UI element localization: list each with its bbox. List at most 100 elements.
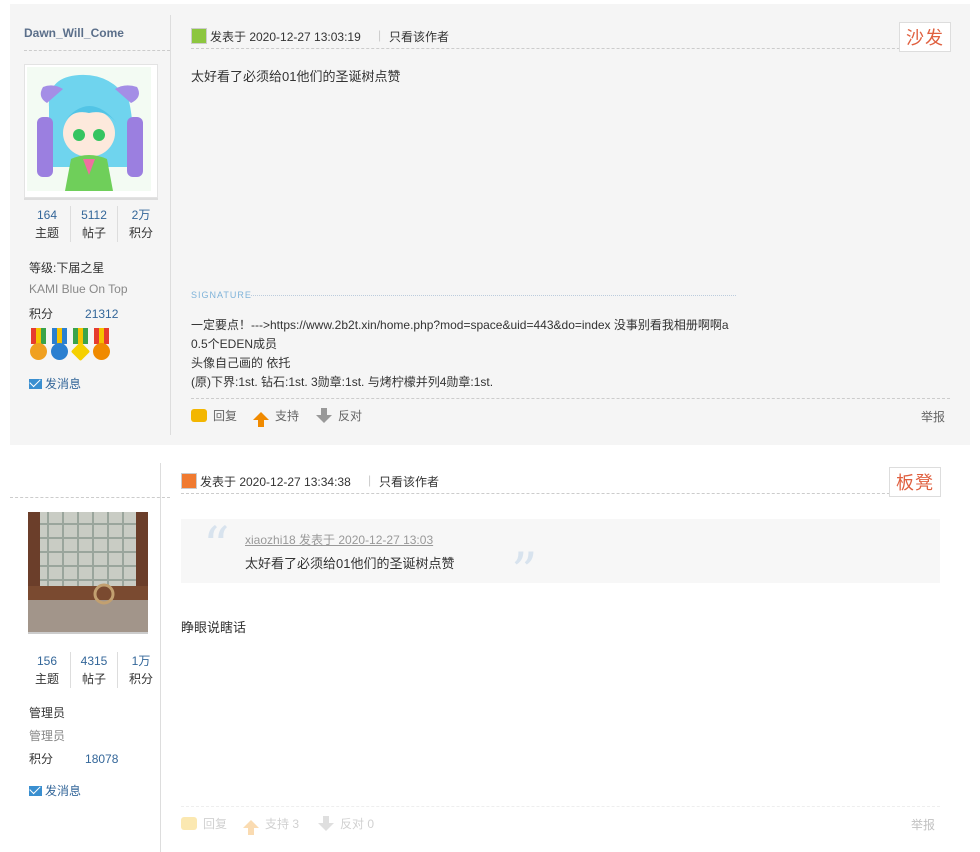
stat-topics[interactable]: 164 主题 — [24, 206, 71, 242]
avatar-image — [28, 512, 148, 632]
medal-icon[interactable] — [50, 328, 69, 362]
quote-source-link[interactable]: xiaozhi18 发表于 2020-12-27 13:03 — [245, 531, 433, 548]
reply-icon — [181, 817, 197, 830]
post-1-container: Dawn_Will_Come 164 主题 5112 帖子 2万 积分 等级:下… — [10, 4, 970, 445]
post-time: 发表于 2020-12-27 13:34:38 — [200, 475, 351, 489]
custom-title: KAMI Blue On Top — [29, 282, 128, 296]
user-level: 管理员 — [29, 706, 66, 720]
stat-label: 主题 — [34, 672, 59, 686]
divider — [24, 50, 170, 51]
user-level: 等级:下届之星 — [29, 261, 105, 275]
post-2: 156 主题 4315 帖子 1万 积分 管理员 管理员 积分 18078 发消息… — [0, 445, 980, 852]
signature-line: (原)下界:1st. 钻石:1st. 3勋章:1st. 与烤柠檬并列4勋章:1s… — [191, 375, 494, 389]
post-actions: 回复 支持 3 反对 0 举报 — [181, 806, 940, 837]
stat-posts[interactable]: 5112 帖子 — [71, 206, 118, 242]
reply-label: 回复 — [203, 817, 228, 831]
stat-points[interactable]: 1万 积分 — [118, 652, 164, 688]
stat-label: 积分 — [128, 226, 153, 240]
online-status-icon — [191, 28, 207, 44]
send-message-link[interactable]: 发消息 — [29, 782, 81, 799]
post-actions: 回复 支持 反对 举报 — [191, 398, 950, 429]
reply-icon — [191, 409, 207, 422]
stat-label: 帖子 — [81, 672, 106, 686]
points-row: 积分 18078 — [29, 750, 118, 767]
support-label: 支持 3 — [265, 817, 300, 831]
stat-points[interactable]: 2万 积分 — [118, 206, 164, 242]
stat-number: 1万 — [131, 654, 151, 668]
reply-button[interactable]: 回复 — [191, 407, 237, 424]
floor-number[interactable]: 沙发 — [899, 22, 951, 52]
custom-title: 管理员 — [29, 729, 66, 743]
oppose-label: 反对 — [338, 409, 363, 423]
stat-label: 帖子 — [81, 226, 106, 240]
author-name[interactable]: Dawn_Will_Come — [24, 26, 124, 40]
reply-button[interactable]: 回复 — [181, 815, 227, 832]
points-value: 21312 — [85, 307, 119, 321]
post-header: 发表于 2020-12-27 13:34:38 | 只看该作者 板凳 — [181, 467, 941, 497]
send-message-link[interactable]: 发消息 — [29, 375, 81, 392]
thumb-up-icon — [253, 411, 269, 427]
stat-number: 156 — [36, 654, 58, 668]
avatar-image — [27, 67, 151, 191]
signature: 一定要点！--->https://www.2b2t.xin/home.php?m… — [191, 316, 729, 392]
post-header: 发表于 2020-12-27 13:03:19 | 只看该作者 沙发 — [191, 22, 951, 52]
points-value: 18078 — [85, 752, 119, 766]
stat-label: 主题 — [34, 226, 59, 240]
user-stats: 156 主题 4315 帖子 1万 积分 — [24, 652, 164, 688]
support-button[interactable]: 支持 3 — [243, 815, 300, 835]
online-status-icon — [181, 473, 197, 489]
signature-line: 头像自己画的 依托 — [191, 356, 291, 370]
medals — [29, 328, 111, 362]
points-row: 积分 21312 — [29, 305, 118, 322]
stat-number: 5112 — [81, 208, 107, 222]
divider — [160, 463, 161, 852]
signature-line: 0.5个EDEN成员 — [191, 337, 278, 351]
support-label: 支持 — [275, 409, 300, 423]
post-time: 发表于 2020-12-27 13:03:19 — [210, 30, 361, 44]
signature-label: SIGNATURE — [191, 290, 252, 300]
quote-text: 太好看了必须给01他们的圣诞树点赞 — [245, 556, 455, 571]
signature-line[interactable]: 一定要点！--->https://www.2b2t.xin/home.php?m… — [191, 316, 729, 335]
medal-icon[interactable] — [92, 328, 111, 362]
oppose-button[interactable]: 反对 — [316, 407, 362, 424]
avatar[interactable] — [24, 64, 158, 198]
divider — [170, 15, 171, 435]
stat-topics[interactable]: 156 主题 — [24, 652, 71, 688]
report-link[interactable]: 举报 — [911, 816, 935, 833]
thumb-down-icon — [316, 407, 332, 423]
thumb-up-icon — [243, 819, 259, 835]
points-label: 积分 — [29, 752, 54, 766]
stat-label: 积分 — [128, 672, 153, 686]
mail-icon — [29, 378, 42, 389]
divider: | — [368, 473, 372, 487]
support-button[interactable]: 支持 — [253, 407, 300, 427]
post-content: 发表于 2020-12-27 13:03:19 | 只看该作者 沙发 太好看了必… — [191, 22, 951, 445]
post-body: 太好看了必须给01他们的圣诞树点赞 — [191, 69, 401, 84]
floor-number[interactable]: 板凳 — [889, 467, 941, 497]
post-content: 发表于 2020-12-27 13:34:38 | 只看该作者 板凳 “ xia… — [181, 467, 941, 852]
only-author-link[interactable]: 只看该作者 — [379, 473, 439, 490]
divider: | — [378, 28, 382, 42]
stat-number: 2万 — [131, 208, 151, 222]
stat-number: 164 — [36, 208, 58, 222]
oppose-label: 反对 0 — [340, 817, 375, 831]
avatar[interactable] — [28, 512, 148, 632]
oppose-button[interactable]: 反对 0 — [318, 815, 374, 832]
signature-divider — [251, 295, 736, 296]
quote-open-icon: “ — [203, 517, 230, 577]
send-message-label: 发消息 — [45, 377, 82, 391]
stat-posts[interactable]: 4315 帖子 — [71, 652, 118, 688]
only-author-link[interactable]: 只看该作者 — [389, 28, 449, 45]
quote-block: “ xiaozhi18 发表于 2020-12-27 13:03 太好看了必须给… — [181, 517, 940, 603]
report-link[interactable]: 举报 — [921, 408, 945, 425]
medal-icon[interactable] — [70, 328, 91, 362]
quote-close-icon: ” — [511, 543, 538, 603]
medal-icon[interactable] — [29, 328, 48, 362]
post-body: 睁眼说瞎话 — [181, 620, 247, 635]
divider — [10, 497, 170, 498]
thumb-down-icon — [318, 815, 334, 831]
stat-number: 4315 — [80, 654, 108, 668]
mail-icon — [29, 785, 42, 796]
points-label: 积分 — [29, 307, 54, 321]
send-message-label: 发消息 — [45, 784, 82, 798]
